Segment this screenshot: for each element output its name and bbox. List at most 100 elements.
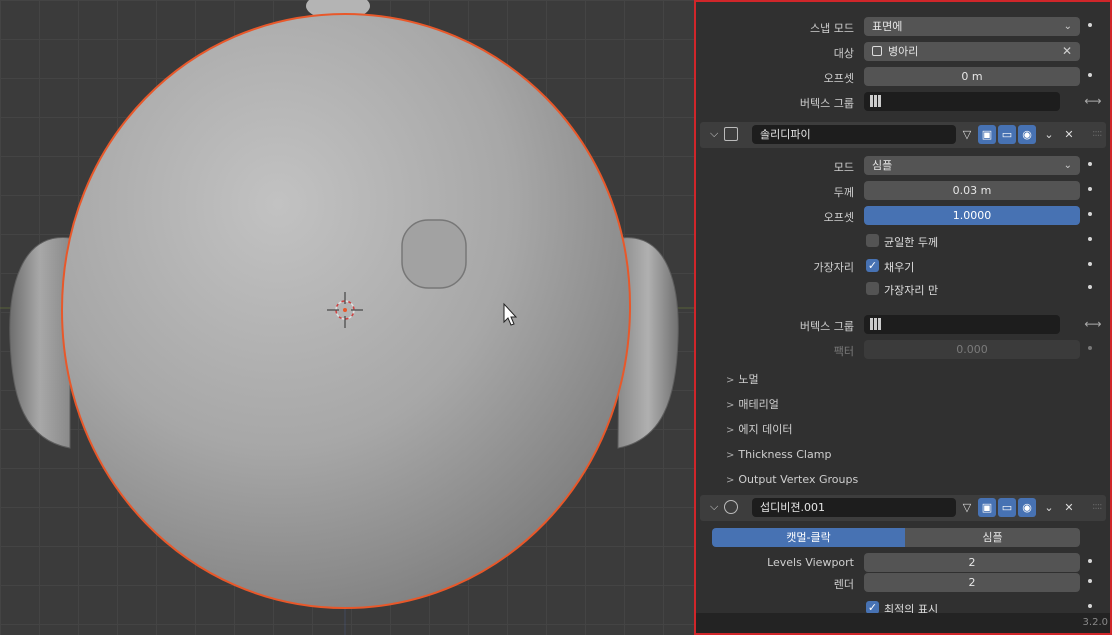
tab-catmull-clark[interactable]: 캣멀-클락 (712, 528, 905, 547)
left-ear (9, 237, 71, 449)
edit-cage-icon[interactable]: ▽ (958, 125, 976, 144)
edit-mode-icon[interactable]: ▣ (978, 498, 996, 517)
viewport-display-icon[interactable]: ▭ (998, 125, 1016, 144)
keyframe-dot[interactable] (1088, 237, 1092, 241)
edit-mode-icon[interactable]: ▣ (978, 125, 996, 144)
keyframe-dot[interactable] (1088, 187, 1092, 191)
solidify-offset-field[interactable]: 1.0000 (864, 206, 1080, 225)
fill-label: 채우기 (884, 261, 915, 274)
solidify-offset-label: 오프셋 (823, 211, 854, 224)
chevron-down-icon[interactable]: ⌵ (710, 127, 718, 141)
viewport-scene (0, 0, 694, 635)
levels-viewport-field[interactable]: 2 (864, 553, 1080, 572)
levels-viewport-label: Levels Viewport (767, 556, 854, 569)
factor-field[interactable]: 0.000 (864, 340, 1080, 359)
factor-label: 팩터 (833, 345, 854, 358)
subdivision-name-field[interactable]: 섭디비젼.001 (752, 498, 956, 517)
solidify-mode-row: 모드 심플 ⌄ (696, 155, 1110, 177)
render-label: 렌더 (833, 578, 854, 591)
check-icon[interactable]: ✓ (866, 259, 879, 272)
close-icon[interactable]: ✕ (1062, 42, 1072, 61)
drag-handle-icon[interactable]: :::: (1092, 128, 1103, 139)
offset-field[interactable]: 0 m (864, 67, 1080, 86)
chevron-right-icon: > (726, 375, 735, 386)
snap-mode-dropdown[interactable]: 표면에 ⌄ (864, 17, 1080, 36)
subpanel-normals[interactable]: > 노멀 (726, 369, 759, 391)
chevron-down-icon: ⌄ (1063, 21, 1072, 32)
solidify-modifier-icon (724, 127, 738, 141)
thickness-field[interactable]: 0.03 m (864, 181, 1080, 200)
drag-handle-icon[interactable]: :::: (1092, 501, 1103, 512)
thickness-row: 두께 0.03 m (696, 180, 1110, 202)
vertex-group-row: 버텍스 그룹 ⟷ (696, 91, 1110, 113)
keyframe-dot[interactable] (1088, 212, 1092, 216)
invert-swap-icon[interactable]: ⟷ (1082, 92, 1104, 111)
keyframe-dot[interactable] (1088, 262, 1092, 266)
keyframe-dot[interactable] (1088, 559, 1092, 563)
mode-value: 심플 (872, 159, 893, 172)
mesh-object-icon (872, 46, 882, 56)
target-label: 대상 (833, 47, 854, 60)
edit-cage-icon[interactable]: ▽ (958, 498, 976, 517)
edge-label: 가장자리 (813, 261, 854, 274)
render-levels-row: 렌더 2 (696, 572, 1110, 594)
tab-simple[interactable]: 심플 (905, 528, 1080, 547)
chevron-right-icon: > (726, 400, 735, 411)
render-camera-icon[interactable]: ◉ (1018, 498, 1036, 517)
close-icon[interactable]: ✕ (1060, 125, 1078, 144)
snap-mode-label: 스냅 모드 (810, 22, 854, 35)
target-value: 병아리 (888, 45, 919, 58)
solidify-offset-row: 오프셋 1.0000 (696, 205, 1110, 227)
chevron-right-icon: > (726, 475, 735, 486)
keyframe-dot[interactable] (1088, 162, 1092, 166)
nose-bump (401, 219, 467, 289)
version-label: 3.2.0 (1082, 617, 1108, 628)
solidify-vertex-group-field[interactable] (864, 315, 1060, 334)
subpanel-output-vertex-groups[interactable]: > Output Vertex Groups (726, 469, 858, 491)
keyframe-dot[interactable] (1088, 604, 1092, 608)
subpanel-materials[interactable]: > 매테리얼 (726, 394, 779, 416)
keyframe-dot[interactable] (1088, 23, 1092, 27)
vertex-group-icon (870, 318, 882, 330)
subpanel-thickness-clamp[interactable]: > Thickness Clamp (726, 444, 831, 466)
snap-mode-value: 표면에 (872, 20, 903, 33)
solidify-vertex-group-label: 버텍스 그룹 (799, 320, 854, 333)
status-footer: 3.2.0 (696, 613, 1110, 633)
chevron-down-icon[interactable]: ⌵ (710, 500, 718, 514)
render-camera-icon[interactable]: ◉ (1018, 125, 1036, 144)
invert-swap-icon[interactable]: ⟷ (1082, 315, 1104, 334)
snap-mode-row: 스냅 모드 표면에 ⌄ (696, 16, 1110, 38)
keyframe-dot[interactable] (1088, 73, 1092, 77)
modifier-properties-panel[interactable]: 스냅 모드 표면에 ⌄ 대상 병아리 ✕ 오프셋 0 m 버텍스 그룹 ⟷ ⌵ … (694, 0, 1112, 635)
mode-dropdown[interactable]: 심플 ⌄ (864, 156, 1080, 175)
chevron-down-icon[interactable]: ⌄ (1040, 498, 1058, 517)
close-icon[interactable]: ✕ (1060, 498, 1078, 517)
rim-only-checkbox[interactable] (866, 282, 879, 295)
subpanel-label: 노멀 (738, 373, 759, 386)
levels-viewport-row: Levels Viewport 2 (696, 552, 1110, 574)
vertex-group-icon (870, 95, 882, 107)
solidify-name-field[interactable]: 솔리디파이 (752, 125, 956, 144)
render-levels-field[interactable]: 2 (864, 573, 1080, 592)
subpanel-label: 에지 데이터 (738, 423, 793, 436)
subdivision-modifier-header[interactable]: ⌵ 섭디비젼.001 ▽ ▣ ▭ ◉ ⌄ ✕ :::: (700, 495, 1106, 521)
keyframe-dot[interactable] (1088, 579, 1092, 583)
target-field[interactable]: 병아리 ✕ (864, 42, 1080, 61)
3d-viewport[interactable] (0, 0, 694, 635)
subpanel-edge-data[interactable]: > 에지 데이터 (726, 419, 793, 441)
vertex-group-field[interactable] (864, 92, 1060, 111)
subpanel-label: Output Vertex Groups (738, 473, 859, 486)
chevron-down-icon[interactable]: ⌄ (1040, 125, 1058, 144)
subdivision-type-tabs: 캣멀-클락 심플 (696, 528, 1110, 550)
solidify-vertex-group-row: 버텍스 그룹 ⟷ (696, 314, 1110, 336)
subpanel-label: Thickness Clamp (738, 448, 832, 461)
keyframe-dot[interactable] (1088, 285, 1092, 289)
chevron-down-icon: ⌄ (1063, 160, 1072, 171)
mode-label: 모드 (833, 161, 854, 174)
even-thickness-checkbox[interactable] (866, 234, 879, 247)
even-thickness-row: 균일한 두께 (696, 230, 1110, 252)
chevron-right-icon: > (726, 450, 735, 461)
viewport-display-icon[interactable]: ▭ (998, 498, 1016, 517)
keyframe-dot[interactable] (1088, 346, 1092, 350)
solidify-modifier-header[interactable]: ⌵ 솔리디파이 ▽ ▣ ▭ ◉ ⌄ ✕ :::: (700, 122, 1106, 148)
